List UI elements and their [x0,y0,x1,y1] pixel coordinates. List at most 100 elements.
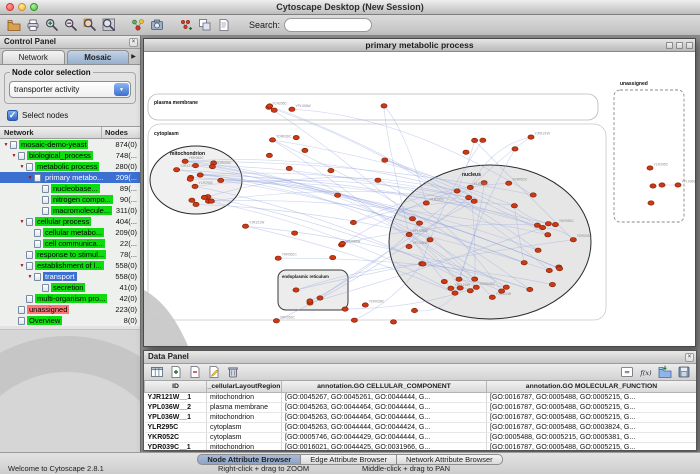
svg-text:YDR039C: YDR039C [577,234,593,238]
zoom-out-icon[interactable] [61,16,80,34]
tab-scroll-right-icon[interactable] [129,50,138,64]
svg-text:YJR121W: YJR121W [249,221,265,225]
tree-expander-icon[interactable]: ▼ [18,219,26,225]
control-panel-close-icon[interactable] [129,38,138,47]
tree-expander-icon[interactable]: ▼ [2,142,10,148]
import-table-icon[interactable] [655,363,674,381]
column-header[interactable]: annotation.GO CELLULAR_COMPONENT [282,381,487,392]
table-row[interactable]: YDR039C__1mitochondrion[GO:0016021, GO:0… [145,442,697,450]
tree-expander-icon[interactable]: ▼ [18,263,26,269]
tree-row-macromolecule[interactable]: macromolecule...311(0) [0,205,140,216]
tree-row-metabolic-process[interactable]: ▼metabolic process280(0) [0,161,140,172]
tree-row-unassigned[interactable]: unassigned223(0) [0,304,140,315]
zoom-selected-icon[interactable] [80,16,99,34]
tree-row-nitrogen-compo[interactable]: nitrogen compo...90(... [0,194,140,205]
node-color-selection-group: Node color selection transporter activit… [4,72,136,104]
column-header[interactable]: annotation.GO MOLECULAR_FUNCTION [487,381,697,392]
tree-row-mosaic-demo-yeast[interactable]: ▼ mosaic-demo-yeast 874(0) [0,139,140,150]
network-frame-titlebar[interactable]: primary metabolic process [144,39,695,52]
frame-maximize-icon[interactable] [676,42,683,49]
network-canvas[interactable]: plasma membranecytoplasmmitochondrionnuc… [144,52,695,346]
table-row[interactable]: YPL036W__2plasma membrane[GO:0045263, GO… [145,402,697,412]
tree-node-label: cell communica... [43,239,105,248]
minimize-window-button[interactable] [18,3,26,11]
frame-close-icon[interactable] [686,42,693,49]
tree-row-cell-communica[interactable]: cell communica... 22(... [0,238,140,249]
table-row[interactable]: YKR052Ccytoplasm[GO:0005746, GO:0044429,… [145,432,697,442]
tree-row-nucleobase[interactable]: nucleobase...89(... [0,183,140,194]
column-header[interactable]: ID [145,381,207,392]
edit-attribute-icon[interactable] [204,363,223,381]
table-columns-icon[interactable] [147,363,166,381]
tree-node-count: 558(0) [115,272,140,281]
cell-value: mitochondrion [207,412,282,422]
new-network-from-selection-icon[interactable] [176,16,195,34]
frame-minimize-icon[interactable] [666,42,673,49]
select-nodes-checkbox[interactable] [7,110,18,121]
tree-expander-icon[interactable]: ▼ [18,164,26,170]
tree-expander-icon[interactable]: ▼ [26,175,34,181]
function-builder-icon[interactable]: f(x) [636,363,655,381]
tree-row-secretion[interactable]: secretion41(0) [0,282,140,293]
bottom-chrome: Node Attribute Browser Edge Attribute Br… [0,452,700,474]
svg-text:plasma membrane: plasma membrane [154,100,198,106]
tab-network[interactable]: Network [2,50,65,64]
tree-row-transport[interactable]: ▼transport558(0) [0,271,140,282]
new-attribute-icon[interactable] [166,363,185,381]
select-nodes-row: Select nodes [7,110,133,121]
delete-attribute-icon[interactable] [185,363,204,381]
tree-row-cellular-process[interactable]: ▼cellular process404(... [0,216,140,227]
chevron-down-icon[interactable] [114,83,129,96]
cell-value: [GO:0016787, GO:0005488, GO:0005215, G..… [487,442,697,450]
data-panel-close-icon[interactable] [685,353,694,362]
tree-row-establishment-of-l[interactable]: ▼establishment of l...558(0) [0,260,140,271]
svg-text:YLR295C: YLR295C [272,102,287,106]
duplicate-network-icon[interactable] [195,16,214,34]
tree-row-biological-process[interactable]: ▼biological_process748(... [0,150,140,161]
toolbar-separator [118,16,128,34]
color-attribute-dropdown[interactable]: transporter activity [9,81,131,98]
column-header[interactable]: _cellularLayoutRegion [207,381,282,392]
tree-node-count: 874(0) [115,140,140,149]
tree-node-icon [42,185,49,193]
tree-node-count: 209(0) [115,228,140,237]
table-row[interactable]: YJR121W__1mitochondrion[GO:0045267, GO:0… [145,392,697,402]
tree-row-multi-organism-pro[interactable]: multi-organism pro...42(0) [0,293,140,304]
cell-value: [GO:0005746, GO:0044429, GO:0044444, G..… [282,432,487,442]
tree-header: Network Nodes [0,126,140,139]
tree-row-overview[interactable]: Overview8(0) [0,315,140,326]
graphics-details-icon[interactable] [128,16,147,34]
tree-column-nodes[interactable]: Nodes [102,127,140,138]
zoom-in-icon[interactable] [42,16,61,34]
tab-mosaic[interactable]: Mosaic [67,50,130,64]
tree-row-response-to-stimul[interactable]: response to stimul...78(... [0,249,140,260]
tree-row-primary-metabo[interactable]: ▼primary metabo...209(... [0,172,140,183]
tree-node-count: 22(... [120,239,140,248]
print-icon[interactable] [23,16,42,34]
tree-node-label: Overview [27,316,62,325]
trash-icon[interactable] [223,363,242,381]
annotation-icon[interactable] [214,16,233,34]
snapshot-icon[interactable] [147,16,166,34]
tree-expander-icon[interactable]: ▼ [10,153,18,159]
open-session-icon[interactable] [4,16,23,34]
svg-text:YDR039C: YDR039C [369,300,385,304]
tree-column-network[interactable]: Network [0,127,102,138]
table-row[interactable]: YPL036W__1mitochondrion[GO:0045263, GO:0… [145,412,697,422]
zoom-fit-icon[interactable] [99,16,118,34]
zoom-window-button[interactable] [30,3,38,11]
cell-node-id: YJR121W__1 [145,392,207,402]
tree-node-label: mosaic-demo-yeast [19,140,88,149]
close-window-button[interactable] [6,3,14,11]
tree-row-cellular-metabo[interactable]: cellular metabo...209(0) [0,227,140,238]
cell-node-id: YLR295C [145,422,207,432]
search-input[interactable] [284,18,372,32]
attribute-table: ID_cellularLayoutRegionannotation.GO CEL… [144,381,696,450]
window-titlebar[interactable]: Cytoscape Desktop (New Session) [0,0,700,15]
svg-text:YLR295C: YLR295C [654,163,669,167]
equation-icon[interactable]: = [617,363,636,381]
table-row[interactable]: YLR295Ccytoplasm[GO:0045263, GO:0044444,… [145,422,697,432]
export-table-icon[interactable] [674,363,693,381]
control-panel-titlebar: Control Panel [0,36,140,49]
tree-expander-icon[interactable]: ▼ [26,274,34,280]
